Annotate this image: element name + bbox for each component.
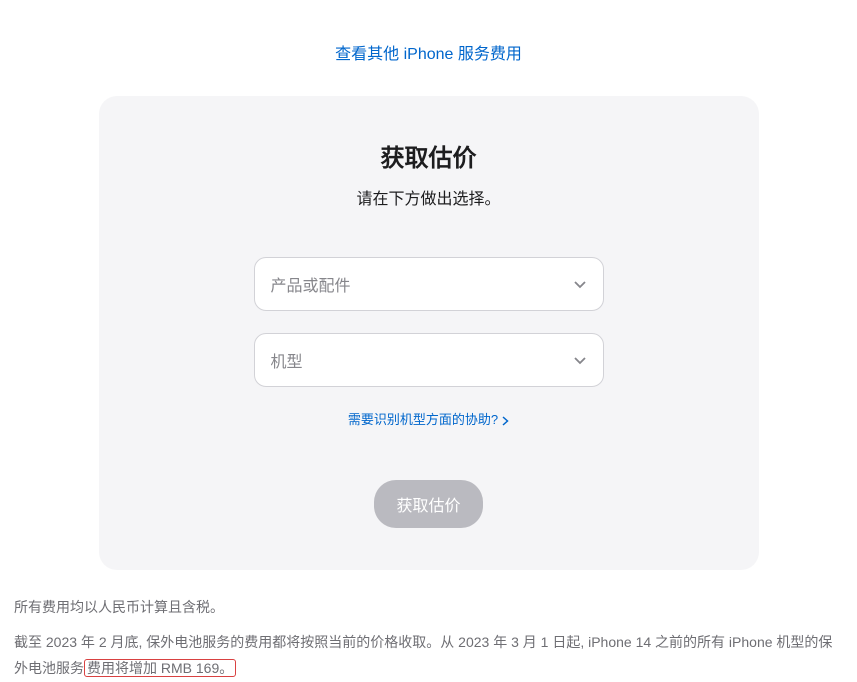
- footer-text: 所有费用均以人民币计算且含税。 截至 2023 年 2 月底, 保外电池服务的费…: [10, 570, 847, 682]
- footer-line1: 所有费用均以人民币计算且含税。: [14, 594, 843, 621]
- help-link-container: 需要识别机型方面的协助?: [139, 409, 719, 428]
- model-select-placeholder: 机型: [271, 348, 303, 372]
- card-title: 获取估价: [139, 138, 719, 173]
- get-estimate-button[interactable]: 获取估价: [374, 480, 482, 528]
- chevron-down-icon: [573, 277, 587, 291]
- chevron-right-icon: [502, 414, 509, 424]
- view-other-services-link[interactable]: 查看其他 iPhone 服务费用: [335, 46, 522, 63]
- price-increase-highlight: 费用将增加 RMB 169。: [84, 659, 236, 677]
- identify-model-help-link[interactable]: 需要识别机型方面的协助?: [348, 409, 509, 428]
- product-select-wrapper: 产品或配件: [254, 257, 604, 311]
- page-container: 查看其他 iPhone 服务费用 获取估价 请在下方做出选择。 产品或配件 机型: [0, 0, 857, 682]
- model-select[interactable]: 机型: [254, 333, 604, 387]
- model-select-wrapper: 机型: [254, 333, 604, 387]
- footer-line2: 截至 2023 年 2 月底, 保外电池服务的费用都将按照当前的价格收取。从 2…: [14, 629, 843, 682]
- estimate-card: 获取估价 请在下方做出选择。 产品或配件 机型: [99, 96, 759, 570]
- product-select-placeholder: 产品或配件: [271, 272, 351, 296]
- chevron-down-icon: [573, 353, 587, 367]
- product-select[interactable]: 产品或配件: [254, 257, 604, 311]
- top-link-container: 查看其他 iPhone 服务费用: [10, 0, 847, 96]
- help-link-text: 需要识别机型方面的协助?: [348, 409, 498, 428]
- card-subtitle: 请在下方做出选择。: [139, 185, 719, 209]
